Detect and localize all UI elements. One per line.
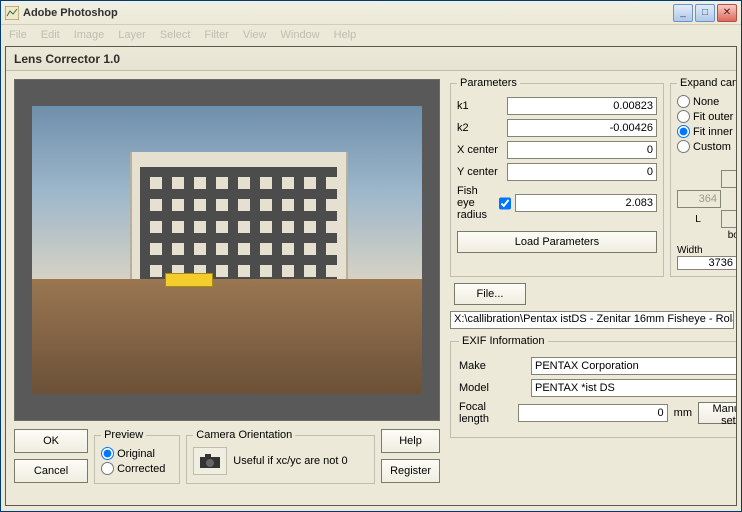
camera-icon[interactable]: [193, 447, 227, 475]
preview-original-radio[interactable]: [101, 447, 114, 460]
exif-fieldset: EXIF Information Make Model Focal length…: [450, 335, 736, 438]
expand-legend: Expand canvas: [677, 77, 736, 89]
bottom-input: [721, 210, 736, 228]
focallength-label: Focal length: [459, 401, 512, 425]
exif-legend: EXIF Information: [459, 335, 548, 347]
width-input[interactable]: [677, 256, 736, 270]
expand-fitinner-radio[interactable]: [677, 125, 690, 138]
make-input: [531, 357, 736, 375]
app-titlebar: Adobe Photoshop _ □ ✕: [1, 1, 741, 25]
expand-custom-label: Custom: [693, 141, 731, 153]
l-label: L: [695, 214, 701, 225]
k1-label: k1: [457, 100, 503, 112]
camera-text: Useful if xc/yc are not 0: [233, 455, 368, 468]
expand-fitouter-label: Fit outer: [693, 111, 733, 123]
menu-help[interactable]: Help: [330, 27, 361, 43]
load-parameters-button[interactable]: Load Parameters: [457, 231, 657, 253]
close-button[interactable]: ✕: [717, 4, 737, 22]
preview-corrected-label: Corrected: [117, 463, 165, 475]
xcenter-input[interactable]: [507, 141, 657, 159]
ycenter-input[interactable]: [507, 163, 657, 181]
k2-input[interactable]: [507, 119, 657, 137]
fisheye-label: Fish eye radius: [457, 185, 495, 221]
app-title: Adobe Photoshop: [23, 7, 118, 19]
menu-edit[interactable]: Edit: [37, 27, 64, 43]
focallength-input[interactable]: [518, 404, 668, 422]
expand-custom-radio[interactable]: [677, 140, 690, 153]
ok-button[interactable]: OK: [14, 429, 88, 453]
cancel-button[interactable]: Cancel: [14, 459, 88, 483]
bottom-label: bottom: [728, 230, 736, 241]
expand-fitouter-radio[interactable]: [677, 110, 690, 123]
lens-corrector-dialog: Lens Corrector 1.0 OK Cancel Preview Ori…: [5, 46, 737, 506]
expand-none-radio[interactable]: [677, 95, 690, 108]
menu-window[interactable]: Window: [277, 27, 324, 43]
camera-legend: Camera Orientation: [193, 429, 295, 441]
dialog-title: Lens Corrector 1.0: [6, 47, 736, 71]
fisheye-input[interactable]: [515, 194, 657, 212]
k1-input[interactable]: [507, 97, 657, 115]
menubar: File Edit Image Layer Select Filter View…: [1, 25, 741, 44]
model-input: [531, 379, 736, 397]
camera-orientation-fieldset: Camera Orientation Useful if xc/yc are n…: [186, 429, 375, 484]
expand-fitinner-label: Fit inner: [693, 126, 733, 138]
menu-file[interactable]: File: [5, 27, 31, 43]
k2-label: k2: [457, 122, 503, 134]
preview-area: [14, 79, 440, 421]
mm-label: mm: [674, 407, 692, 419]
manually-set-button[interactable]: Manually set fo: [698, 402, 736, 424]
menu-filter[interactable]: Filter: [200, 27, 232, 43]
expand-canvas-fieldset: Expand canvas None Fit outer Fit inner C…: [670, 77, 736, 277]
model-label: Model: [459, 382, 525, 394]
menu-select[interactable]: Select: [156, 27, 195, 43]
parameters-fieldset: Parameters k1 k2 X center Y center Fish …: [450, 77, 664, 277]
preview-legend: Preview: [101, 429, 146, 441]
parameters-legend: Parameters: [457, 77, 520, 89]
app-icon: [5, 6, 19, 20]
menu-image[interactable]: Image: [70, 27, 109, 43]
menu-layer[interactable]: Layer: [114, 27, 150, 43]
ycenter-label: Y center: [457, 166, 503, 178]
file-button[interactable]: File...: [454, 283, 526, 305]
width-label: Width: [677, 245, 736, 256]
maximize-button[interactable]: □: [695, 4, 715, 22]
left-input: [677, 190, 721, 208]
menu-view[interactable]: View: [239, 27, 271, 43]
preview-fieldset: Preview Original Corrected: [94, 429, 180, 484]
file-path: X:\callibration\Pentax istDS - Zenitar 1…: [450, 311, 734, 329]
preview-corrected-radio[interactable]: [101, 462, 114, 475]
expand-none-label: None: [693, 96, 719, 108]
preview-image: [32, 106, 422, 394]
help-button[interactable]: Help: [381, 429, 440, 453]
top-input: [721, 170, 736, 188]
register-button[interactable]: Register: [381, 459, 440, 483]
fisheye-checkbox[interactable]: [499, 197, 511, 210]
xcenter-label: X center: [457, 144, 503, 156]
minimize-button[interactable]: _: [673, 4, 693, 22]
preview-original-label: Original: [117, 448, 155, 460]
make-label: Make: [459, 360, 525, 372]
